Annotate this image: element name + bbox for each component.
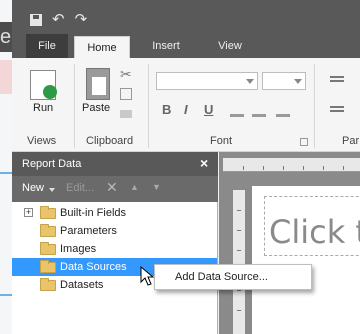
background-title-fragment: e: [0, 22, 12, 52]
ribbon-home: Run Views Paste ✂ Clipboard B I U Font P…: [12, 58, 360, 152]
expand-icon[interactable]: +: [24, 208, 33, 217]
ruler-tick: [343, 166, 344, 170]
folder-icon: [40, 260, 56, 273]
chevron-down-icon: [246, 79, 254, 84]
design-surface[interactable]: Click t: [219, 152, 360, 334]
horizontal-ruler: [223, 158, 360, 172]
run-icon[interactable]: [30, 70, 57, 100]
italic-button[interactable]: I: [184, 102, 188, 117]
font-dialog-launcher[interactable]: [300, 138, 308, 146]
folder-icon: [40, 278, 56, 291]
tab-view[interactable]: View: [204, 34, 256, 58]
bold-button[interactable]: B: [162, 102, 171, 117]
background-link-marker: [0, 294, 12, 296]
ruler-tick: [237, 210, 241, 211]
new-button[interactable]: New: [22, 182, 44, 194]
mouse-cursor-icon: [140, 266, 155, 286]
tree-item-parameters[interactable]: Parameters: [12, 222, 217, 240]
report-data-panel: Report Data × New Edit... ✕ ▲ ▼ + Built-…: [12, 152, 218, 334]
ruler-tick: [237, 310, 241, 311]
background-banner: [0, 60, 12, 94]
background-link-marker: [0, 172, 12, 174]
copy-icon[interactable]: [120, 88, 132, 100]
paragraph-group-label: Par: [342, 135, 360, 147]
chevron-down-icon[interactable]: [49, 188, 55, 192]
report-data-toolbar: New Edit... ✕ ▲ ▼: [12, 176, 218, 202]
ruler-tick: [323, 166, 324, 170]
font-size-select[interactable]: [262, 72, 306, 90]
paste-icon[interactable]: [86, 68, 110, 100]
clipboard-group-label: Clipboard: [86, 135, 134, 147]
title-bar: ↶ ↷: [12, 0, 360, 34]
move-down-icon[interactable]: ▼: [152, 182, 161, 192]
chevron-down-icon: [294, 79, 302, 84]
tree-item-built-in-fields[interactable]: + Built-in Fields: [12, 204, 217, 222]
edit-button[interactable]: Edit...: [66, 182, 94, 194]
text-effects-button[interactable]: [276, 104, 290, 117]
highlight-button[interactable]: [252, 104, 266, 117]
tree-item-label: Data Sources: [60, 261, 127, 273]
save-icon[interactable]: [30, 14, 42, 26]
ruler-tick: [237, 230, 241, 231]
tree-item-label: Images: [60, 243, 97, 255]
folder-icon: [40, 224, 56, 237]
tree-item-label: Datasets: [60, 279, 104, 291]
font-family-select[interactable]: [156, 72, 258, 90]
ruler-tick: [283, 166, 284, 170]
run-button[interactable]: Run: [33, 102, 53, 114]
align-left-icon[interactable]: [330, 76, 344, 78]
group-divider: [148, 64, 149, 148]
tree-item-label: Built-in Fields: [60, 207, 127, 219]
folder-icon: [40, 242, 56, 255]
report-page: Click t: [252, 186, 360, 334]
undo-icon[interactable]: ↶: [52, 12, 65, 28]
ruler-tick: [237, 290, 241, 291]
move-up-icon[interactable]: ▲: [130, 182, 139, 192]
tab-file[interactable]: File: [26, 34, 68, 58]
report-title-textbox[interactable]: Click t: [264, 196, 360, 256]
indent-icon-line: [330, 110, 344, 112]
font-group-label: Font: [210, 135, 233, 147]
group-divider: [74, 64, 75, 148]
align-left-icon-line: [330, 80, 344, 82]
paste-button[interactable]: Paste: [82, 102, 110, 114]
tab-insert[interactable]: Insert: [136, 34, 196, 58]
vertical-ruler: [233, 190, 245, 334]
folder-icon: [40, 206, 56, 219]
close-icon[interactable]: ×: [200, 155, 208, 171]
quick-access-toolbar: ↶ ↷: [30, 12, 87, 28]
underline-button[interactable]: U: [204, 102, 213, 117]
redo-icon[interactable]: ↷: [75, 12, 88, 28]
report-data-title: Report Data: [22, 158, 82, 170]
ribbon-tabs: File Home Insert View: [12, 34, 360, 58]
tab-home[interactable]: Home: [74, 36, 130, 58]
title-placeholder: Click t: [269, 213, 360, 251]
add-data-source-menu-item[interactable]: Add Data Source...: [175, 271, 268, 283]
context-menu: Add Data Source...: [154, 264, 312, 290]
tree-item-images[interactable]: Images: [12, 240, 217, 258]
indent-icon[interactable]: [330, 106, 344, 108]
views-group-label: Views: [27, 135, 57, 147]
ruler-tick: [243, 166, 244, 170]
format-painter-icon[interactable]: [120, 110, 132, 118]
background-page-strip: e: [0, 0, 12, 334]
font-color-button[interactable]: [230, 104, 244, 117]
ruler-tick: [263, 166, 264, 170]
ruler-tick: [237, 250, 241, 251]
group-divider: [314, 64, 315, 148]
cut-icon[interactable]: ✂: [120, 66, 132, 83]
ruler-tick: [303, 166, 304, 170]
report-data-header: Report Data ×: [12, 152, 218, 176]
delete-icon[interactable]: ✕: [106, 179, 118, 196]
tree-item-label: Parameters: [60, 225, 117, 237]
